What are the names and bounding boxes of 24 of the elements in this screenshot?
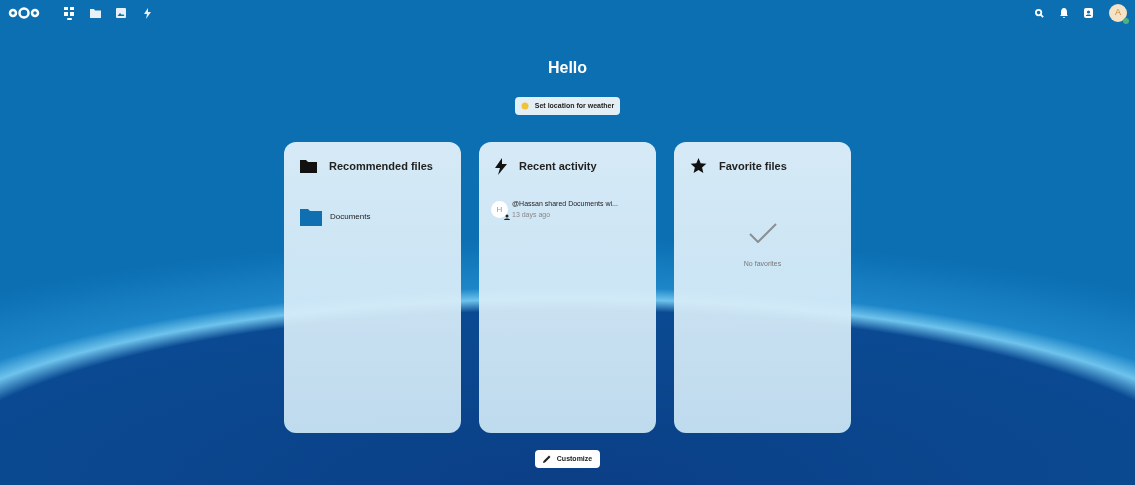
file-item[interactable]: Documents (296, 206, 449, 228)
pencil-icon (542, 455, 551, 463)
folder-icon (300, 159, 317, 173)
file-name: Documents (330, 211, 371, 223)
search-icon[interactable] (1035, 8, 1044, 18)
sun-icon (520, 102, 529, 110)
lightning-icon (495, 158, 507, 175)
widget-title: Recent activity (519, 159, 597, 175)
folder-icon (89, 8, 101, 18)
dashboard-icon (64, 6, 74, 16)
widget-title: Favorite files (719, 159, 787, 174)
logo-icon (8, 7, 40, 19)
checkmark-icon (748, 222, 777, 243)
user-avatar: H (491, 201, 508, 218)
star-icon (690, 158, 707, 175)
image-icon (116, 8, 126, 18)
contacts-icon[interactable] (1084, 8, 1093, 18)
share-icon (504, 214, 510, 220)
lightning-icon (143, 7, 151, 19)
folder-icon (300, 208, 322, 226)
bell-icon[interactable] (1060, 8, 1068, 18)
greeting-heading: Hello (547, 58, 588, 78)
widget-title: Recommended files (329, 159, 433, 174)
active-indicator (66, 17, 72, 20)
